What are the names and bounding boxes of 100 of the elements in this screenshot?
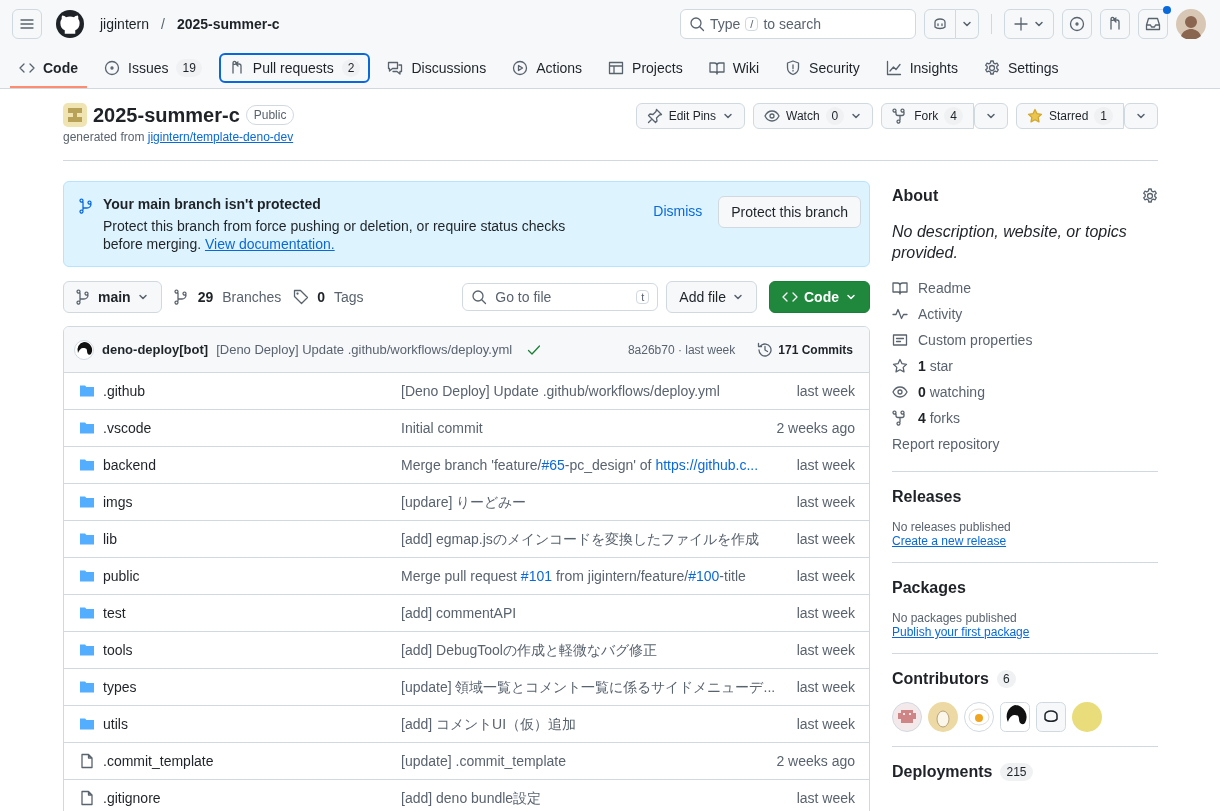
repo-tab[interactable]: Projects (599, 54, 692, 82)
banner-text: Protect this branch from force pushing or deletion, or require status checks before merging. View documentation. (103, 217, 567, 253)
about-link[interactable]: 4 forks (892, 405, 1158, 431)
file-name-link[interactable]: utils (103, 716, 401, 732)
commit-time: 2 weeks ago (776, 753, 855, 769)
repo-tab[interactable]: Wiki (699, 54, 769, 82)
book-icon (892, 280, 908, 296)
section-link[interactable]: Create a new release (892, 534, 1158, 548)
file-name-link[interactable]: lib (103, 531, 401, 547)
octocat-logo[interactable] (56, 10, 84, 38)
commit-message: Merge branch 'feature/ (401, 457, 542, 473)
settings-icon[interactable] (1142, 188, 1158, 204)
repo-tab[interactable]: Settings (974, 54, 1068, 82)
file-name-link[interactable]: types (103, 679, 401, 695)
repo-tab[interactable]: Code (10, 54, 87, 82)
history-icon (757, 341, 774, 358)
issues-button[interactable] (1062, 9, 1092, 39)
commit-link[interactable]: #65 (541, 457, 565, 473)
protect-branch-button[interactable]: Protect this branch (718, 196, 861, 228)
create-button[interactable] (1004, 9, 1054, 39)
pull-requests-button[interactable] (1100, 9, 1130, 39)
commit-message: [updare] りーどみー (401, 494, 527, 510)
section-link[interactable]: Publish your first package (892, 625, 1158, 639)
file-name-link[interactable]: backend (103, 457, 401, 473)
commits-link[interactable]: 171 Commits (757, 341, 853, 358)
bot-avatar (74, 339, 94, 360)
commit-author[interactable]: deno-deploy[bot] (102, 342, 209, 357)
copilot-button[interactable] (924, 9, 956, 39)
about-link[interactable]: 1 star (892, 353, 1158, 379)
commit-message: -title (719, 568, 746, 584)
user-avatar[interactable] (1176, 9, 1206, 39)
menu-icon (19, 16, 35, 32)
commit-message[interactable]: [Deno Deploy] Update .github/workflows/deploy.yml (216, 342, 513, 357)
commit-time: last week (796, 457, 855, 473)
contributor-avatar[interactable] (1000, 702, 1030, 732)
section-heading: Packages (892, 579, 967, 597)
commit-link[interactable]: #100 (688, 568, 720, 584)
commit-time: 2 weeks ago (776, 420, 855, 436)
commit-message: from jigintern/feature/ (554, 568, 689, 584)
file-name-link[interactable]: tools (103, 642, 401, 658)
code-button[interactable]: Code (769, 281, 870, 313)
inbox-button[interactable] (1138, 9, 1168, 39)
about-heading: About (892, 187, 939, 205)
report-link[interactable]: Report repository (892, 431, 1158, 457)
settings-icon (983, 60, 1000, 76)
owner-link[interactable]: jigintern (100, 16, 150, 32)
commit-message: [update] .commit_template (401, 753, 566, 769)
about-link[interactable]: 0 watching (892, 379, 1158, 405)
commit-link[interactable]: https://github.c... (655, 457, 759, 473)
file-name-link[interactable]: test (103, 605, 401, 621)
file-icon (79, 790, 95, 806)
add-file-button[interactable]: Add file (666, 281, 757, 313)
repo-tab[interactable]: Insights (876, 54, 967, 82)
count-badge: 6 (996, 670, 1016, 688)
commit-message: Initial commit (401, 420, 483, 436)
repo-tab[interactable]: Actions (503, 54, 592, 82)
tags-link[interactable]: 0 Tags (293, 289, 364, 305)
commit-message: [Deno Deploy] Update .github/workflows/deploy.yml (401, 383, 720, 399)
issue-icon (1069, 16, 1085, 32)
documentation-link[interactable]: View documentation. (204, 236, 335, 252)
file-name-link[interactable]: .github (103, 383, 401, 399)
repo-tab[interactable]: Pull requests 2 (218, 53, 371, 83)
folder-icon (79, 494, 95, 510)
shield-icon (785, 60, 802, 76)
repo-action-button[interactable]: Starred 1 (1015, 103, 1124, 129)
template-link[interactable]: jigintern/template-deno-dev (147, 130, 294, 144)
repo-name[interactable]: 2025-summer-c (93, 103, 240, 127)
repo-tab[interactable]: Issues 19 (95, 54, 211, 82)
file-name-link[interactable]: public (103, 568, 401, 584)
commit-message: [add] egmap.jsのメインコードを変換したファイルを作成 (401, 531, 759, 547)
menu-button[interactable] (12, 9, 42, 39)
pull-request-icon (1107, 16, 1123, 32)
contributor-avatar[interactable] (1036, 702, 1066, 732)
go-to-file-field[interactable]: Go to file t (462, 283, 659, 311)
commit-link[interactable]: #101 (520, 568, 552, 584)
branches-link[interactable]: 29 Branches (173, 289, 282, 305)
section-heading: Releases (892, 488, 963, 506)
repo-tab[interactable]: Security (776, 54, 869, 82)
generated-from-text: generated from (63, 130, 145, 144)
repo-action-button[interactable]: Edit Pins (635, 103, 745, 129)
plus-icon (1013, 16, 1029, 32)
branch-icon (79, 198, 95, 214)
file-name-link[interactable]: imgs (103, 494, 401, 510)
about-link[interactable]: Activity (892, 301, 1158, 327)
file-name-link[interactable]: .vscode (103, 420, 401, 436)
repo-action-button[interactable]: Fork 4 (881, 103, 974, 129)
about-link[interactable]: Custom properties (892, 327, 1158, 353)
commit-time: last week (796, 790, 855, 806)
repo-action-button[interactable]: Watch 0 (753, 103, 874, 129)
search-field[interactable]: Type / to search (680, 9, 916, 39)
inbox-icon (1145, 16, 1161, 32)
file-name-link[interactable]: .commit_template (103, 753, 401, 769)
file-name-link[interactable]: .gitignore (103, 790, 401, 806)
commit-hash[interactable]: 8a26b70 · last week (627, 342, 736, 357)
commit-message: [add] deno bundle設定 (401, 790, 542, 806)
repo-tab[interactable]: Discussions (378, 54, 496, 82)
dismiss-link[interactable]: Dismiss (653, 203, 703, 219)
about-link[interactable]: Readme (892, 275, 1158, 301)
branch-selector[interactable]: main (63, 281, 162, 313)
repo-link[interactable]: 2025-summer-c (176, 16, 280, 32)
